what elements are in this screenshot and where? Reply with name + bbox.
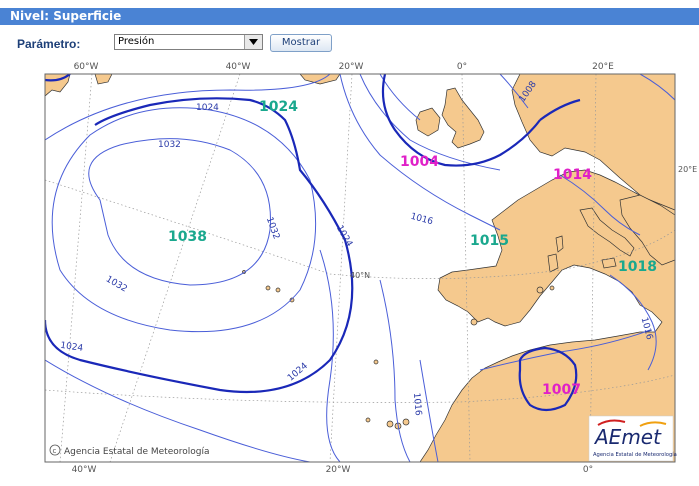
aemet-logo-text: AEmet: [593, 425, 662, 449]
pressure-center-low: 1014: [553, 167, 592, 183]
latitude-label: 40°N: [350, 271, 370, 280]
longitude-label-top: 20°W: [339, 62, 364, 72]
parameter-label: Parámetro:: [17, 37, 81, 51]
latitude-label: 20°E: [678, 165, 697, 174]
pressure-map: 60°W 40°W 20°W 0° 20°E 40°W 20°W 0° 1024…: [0, 60, 699, 482]
pressure-center-high: 1038: [168, 229, 207, 245]
pressure-center-low: 1007: [542, 382, 581, 398]
dropdown-arrow-icon[interactable]: [244, 35, 262, 49]
pressure-center-high: 1015: [470, 233, 509, 249]
longitude-label-top: 60°W: [74, 62, 99, 72]
aemet-logo: AEmet Agencia Estatal de Meteorología: [588, 415, 677, 462]
isobar-label: 1024: [196, 103, 219, 113]
copyright-notice: c Agencia Estatal de Meteorología: [49, 444, 210, 457]
longitude-label-top: 20°E: [592, 62, 614, 72]
isobar-label: 1016: [411, 392, 423, 416]
longitude-label-bottom: 20°W: [326, 465, 351, 475]
level-title-bar: Nivel: Superficie: [0, 8, 699, 25]
parameter-select[interactable]: Presión: [114, 34, 263, 50]
pressure-center-low: 1004: [400, 154, 439, 170]
copyright-text: Agencia Estatal de Meteorología: [64, 447, 210, 457]
longitude-label-bottom: 40°W: [72, 465, 97, 475]
svg-text:c: c: [53, 447, 57, 455]
pressure-center-high: 1024: [259, 99, 298, 115]
isobar-label: 1032: [158, 140, 181, 150]
aemet-logo-subtitle: Agencia Estatal de Meteorología: [593, 451, 677, 458]
longitude-label-top: 0°: [457, 62, 467, 72]
level-title: Nivel: Superficie: [10, 9, 122, 23]
parameter-select-value: Presión: [118, 36, 155, 47]
pressure-center-high: 1018: [618, 259, 657, 275]
longitude-label-bottom: 0°: [583, 465, 593, 475]
show-button[interactable]: Mostrar: [270, 34, 332, 52]
longitude-label-top: 40°W: [226, 62, 251, 72]
